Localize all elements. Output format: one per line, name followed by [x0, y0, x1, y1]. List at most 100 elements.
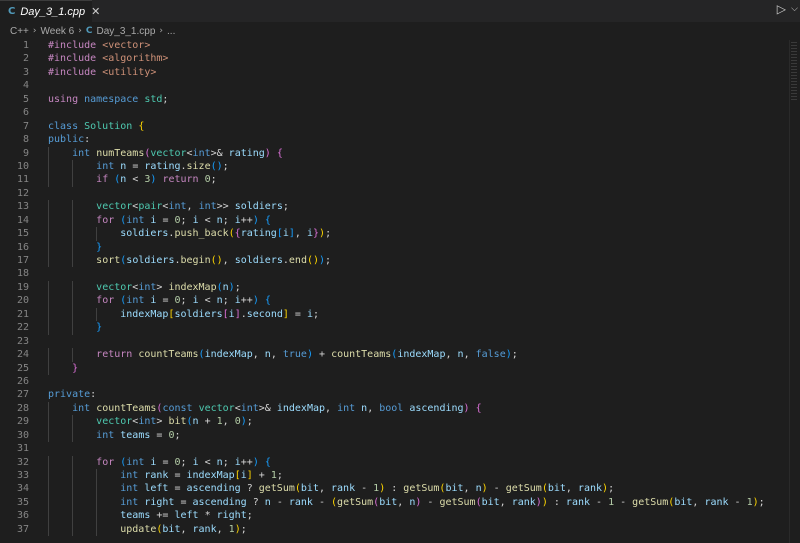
code-line[interactable]: 36 teams += left * right; [0, 509, 790, 523]
code-line[interactable]: 3 #include <utility> [0, 66, 790, 79]
code-line[interactable]: 19 vector<int> indexMap(n); [0, 280, 790, 295]
breadcrumb-item-cpp[interactable]: C++ [10, 26, 29, 37]
code-token: { [264, 214, 271, 226]
breadcrumb-item-week-6[interactable]: Week 6 [41, 26, 75, 37]
close-icon[interactable]: ✕ [91, 5, 100, 18]
code-token: , [186, 201, 199, 213]
code-token: vector [96, 281, 133, 293]
code-token: + [198, 416, 217, 428]
code-token: getSum [505, 483, 542, 495]
code-line[interactable]: 10 int n = rating.size(); [0, 159, 790, 174]
tab-day-3-1-cpp[interactable]: C Day_3_1.cpp ✕ [0, 0, 100, 22]
code-line[interactable]: 13 vector<pair<int, int>> soldiers; [0, 200, 790, 214]
code-token: < [198, 295, 217, 307]
code-line[interactable]: 5 using namespace std; [0, 93, 790, 106]
code-line[interactable]: 18 [0, 267, 790, 280]
code-line[interactable]: 16 } [0, 240, 790, 254]
code-text: for (int i = 0; i < n; i++) { [48, 214, 271, 227]
code-line[interactable]: 27 private: [0, 388, 790, 401]
breadcrumb-item-symbol[interactable]: ... [167, 26, 175, 37]
line-number: 20 [16, 295, 29, 307]
line-number: 6 [22, 107, 29, 119]
code-token: namespace [84, 93, 145, 105]
code-line[interactable]: 37 update(bit, rank, 1); [0, 522, 790, 537]
code-line[interactable]: 34 int left = ascending ? getSum(bit, ra… [0, 482, 790, 496]
code-line[interactable]: 35 int right = ascending ? n - rank - (g… [0, 495, 790, 510]
code-token: int [138, 416, 157, 428]
code-token: , [397, 496, 410, 508]
code-text: for (int i = 0; i < n; i++) { [48, 294, 271, 307]
run-icon[interactable]: ▷ [777, 2, 786, 16]
line-number: 29 [16, 416, 29, 428]
code-token: rank [565, 496, 591, 508]
code-token: - [355, 483, 374, 495]
code-line[interactable]: 17 sort(soldiers.begin(), soldiers.end()… [0, 254, 790, 268]
chevron-down-icon[interactable]: ⌵ [791, 4, 798, 14]
code-line[interactable]: 32 for (int i = 0; i < n; i++) { [0, 455, 790, 469]
code-line[interactable]: 4 [0, 79, 790, 92]
line-number: 1 [22, 40, 29, 51]
code-line[interactable]: 21 indexMap[soldiers[i].second] = i; [0, 307, 790, 322]
code-token: ascending [409, 402, 464, 414]
code-text: int countTeams(const vector<int>& indexM… [48, 402, 482, 415]
code-line[interactable]: 28 int countTeams(const vector<int>& ind… [0, 401, 790, 416]
code-token: soldiers [234, 255, 283, 266]
code-line[interactable]: 14 for (int i = 0; i < n; i++) { [0, 213, 790, 228]
code-token: , [222, 255, 235, 266]
code-line[interactable]: 33 int rank = indexMap[i] + 1; [0, 469, 790, 483]
line-number: 18 [16, 268, 29, 280]
breadcrumb-item-file[interactable]: Day_3_1.cpp [96, 26, 155, 37]
code-token: { [264, 456, 271, 468]
code-line[interactable]: 22 } [0, 321, 790, 335]
code-token: ; [246, 416, 253, 428]
code-line[interactable]: 6 [0, 106, 790, 119]
code-token: { [475, 402, 482, 414]
code-line[interactable]: 30 int teams = 0; [0, 428, 790, 443]
minimap[interactable] [791, 42, 797, 102]
code-line[interactable]: 26 [0, 375, 790, 388]
code-token: vector [198, 402, 235, 414]
code-token: ; [180, 456, 193, 468]
code-token: rank [144, 470, 169, 481]
code-token: bit [481, 496, 500, 508]
code-token: - [728, 496, 747, 508]
line-number: 25 [16, 362, 29, 374]
code-line[interactable]: 24 return countTeams(indexMap, n, true) … [0, 348, 790, 362]
code-token: bool [379, 402, 410, 414]
code-text: sort(soldiers.begin(), soldiers.end()); [48, 254, 331, 267]
vertical-scrollbar[interactable] [789, 40, 800, 543]
code-line[interactable]: 2 #include <algorithm> [0, 52, 790, 65]
code-line[interactable]: 20 for (int i = 0; i < n; i++) { [0, 294, 790, 308]
code-token: } [72, 362, 79, 374]
code-token: int [96, 160, 121, 172]
code-line[interactable]: 12 [0, 187, 790, 200]
code-line[interactable]: 7 class Solution { [0, 120, 790, 133]
code-text: #include <algorithm> [48, 52, 168, 65]
code-token: indexMap [276, 402, 326, 414]
code-line[interactable]: 9 int numTeams(vector<int>& rating) { [0, 146, 790, 160]
code-token: end [288, 255, 307, 266]
code-token: < [198, 456, 217, 468]
code-line[interactable]: 29 vector<int> bit(n + 1, 0); [0, 415, 790, 429]
code-token: countTeams [96, 402, 157, 414]
code-line[interactable]: 8 public: [0, 133, 790, 146]
code-token: >> [216, 201, 235, 213]
code-line[interactable]: 31 [0, 442, 790, 455]
code-token: getSum [403, 483, 440, 495]
code-token: = [156, 214, 175, 226]
code-line[interactable]: 23 [0, 335, 790, 348]
line-number: 8 [22, 134, 29, 146]
code-line[interactable]: 1 #include <vector> [0, 39, 790, 52]
code-line[interactable]: 15 soldiers.push_back({rating[i], i}); [0, 227, 790, 241]
code-line[interactable]: 11 if (n < 3) return 0; [0, 173, 790, 187]
code-editor[interactable]: 1 #include <vector> 2 #include <algorithm> 3… [0, 39, 790, 543]
code-token: - [312, 496, 332, 508]
code-line[interactable]: 25 } [0, 361, 790, 375]
code-token: - [614, 496, 633, 508]
code-text: int teams = 0; [48, 429, 180, 442]
code-token: rating [228, 147, 265, 159]
line-number: 10 [16, 160, 29, 172]
